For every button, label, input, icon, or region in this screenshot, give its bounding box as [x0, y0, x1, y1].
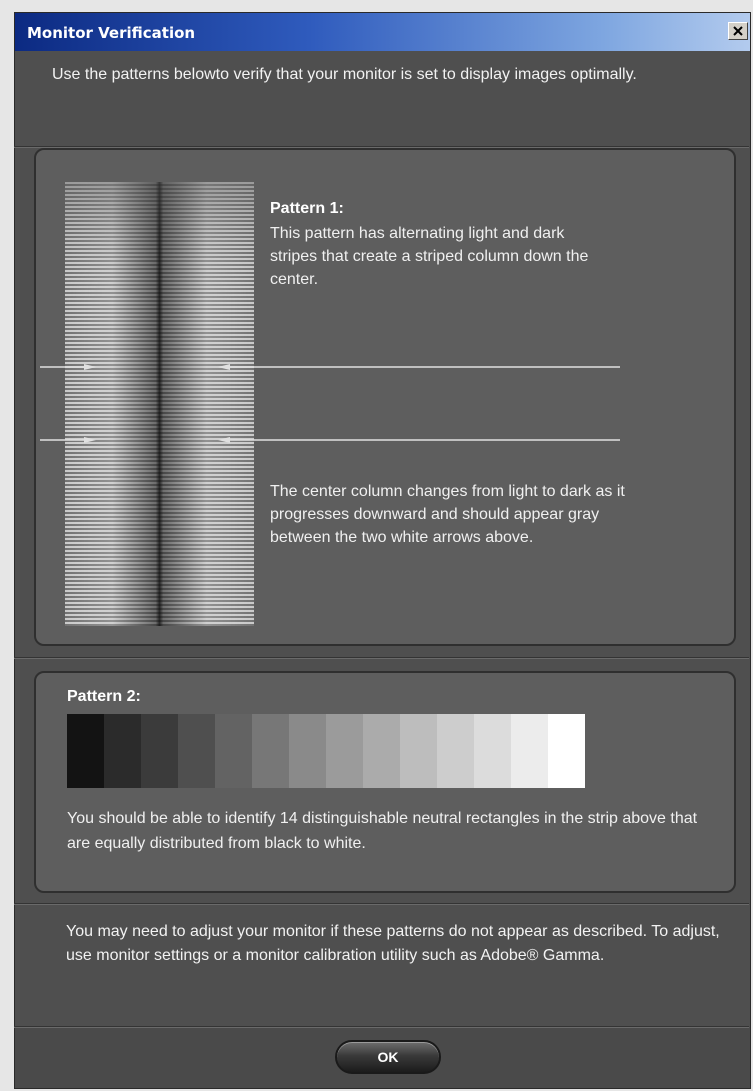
grayscale-strip [67, 714, 585, 788]
gray-swatch-9 [363, 714, 400, 788]
pattern1-title: Pattern 1: [270, 200, 344, 217]
intro-text: Use the patterns belowto verify that you… [52, 66, 637, 83]
adjust-note: You may need to adjust your monitor if t… [66, 923, 720, 964]
dialog-title: Monitor Verification [27, 24, 196, 42]
gray-swatch-6 [252, 714, 289, 788]
gray-swatch-3 [141, 714, 178, 788]
upper-arrows [40, 364, 620, 370]
divider [14, 903, 749, 905]
gray-swatch-1 [67, 714, 104, 788]
gray-swatch-5 [215, 714, 252, 788]
divider [14, 657, 749, 659]
button-bar: OK [15, 1028, 750, 1088]
pattern1-description: This pattern has alternating light and d… [270, 225, 589, 288]
title-bar[interactable]: Monitor Verification [15, 13, 750, 51]
pattern2-description: You should be able to identify 14 distin… [67, 810, 698, 852]
gray-swatch-11 [437, 714, 474, 788]
gray-swatch-7 [289, 714, 326, 788]
gray-swatch-10 [400, 714, 437, 788]
pattern2-title: Pattern 2: [67, 688, 141, 705]
close-icon [733, 26, 743, 36]
lower-arrows [40, 437, 620, 443]
gray-swatch-4 [178, 714, 215, 788]
ok-button[interactable]: OK [335, 1040, 441, 1074]
gray-swatch-2 [104, 714, 141, 788]
gray-swatch-14 [548, 714, 585, 788]
gray-swatch-12 [474, 714, 511, 788]
gray-swatch-8 [326, 714, 363, 788]
gray-swatch-13 [511, 714, 548, 788]
pattern1-description-2: The center column changes from light to … [270, 483, 625, 546]
pattern1-stripe-image [65, 182, 254, 626]
close-button[interactable] [728, 22, 748, 40]
